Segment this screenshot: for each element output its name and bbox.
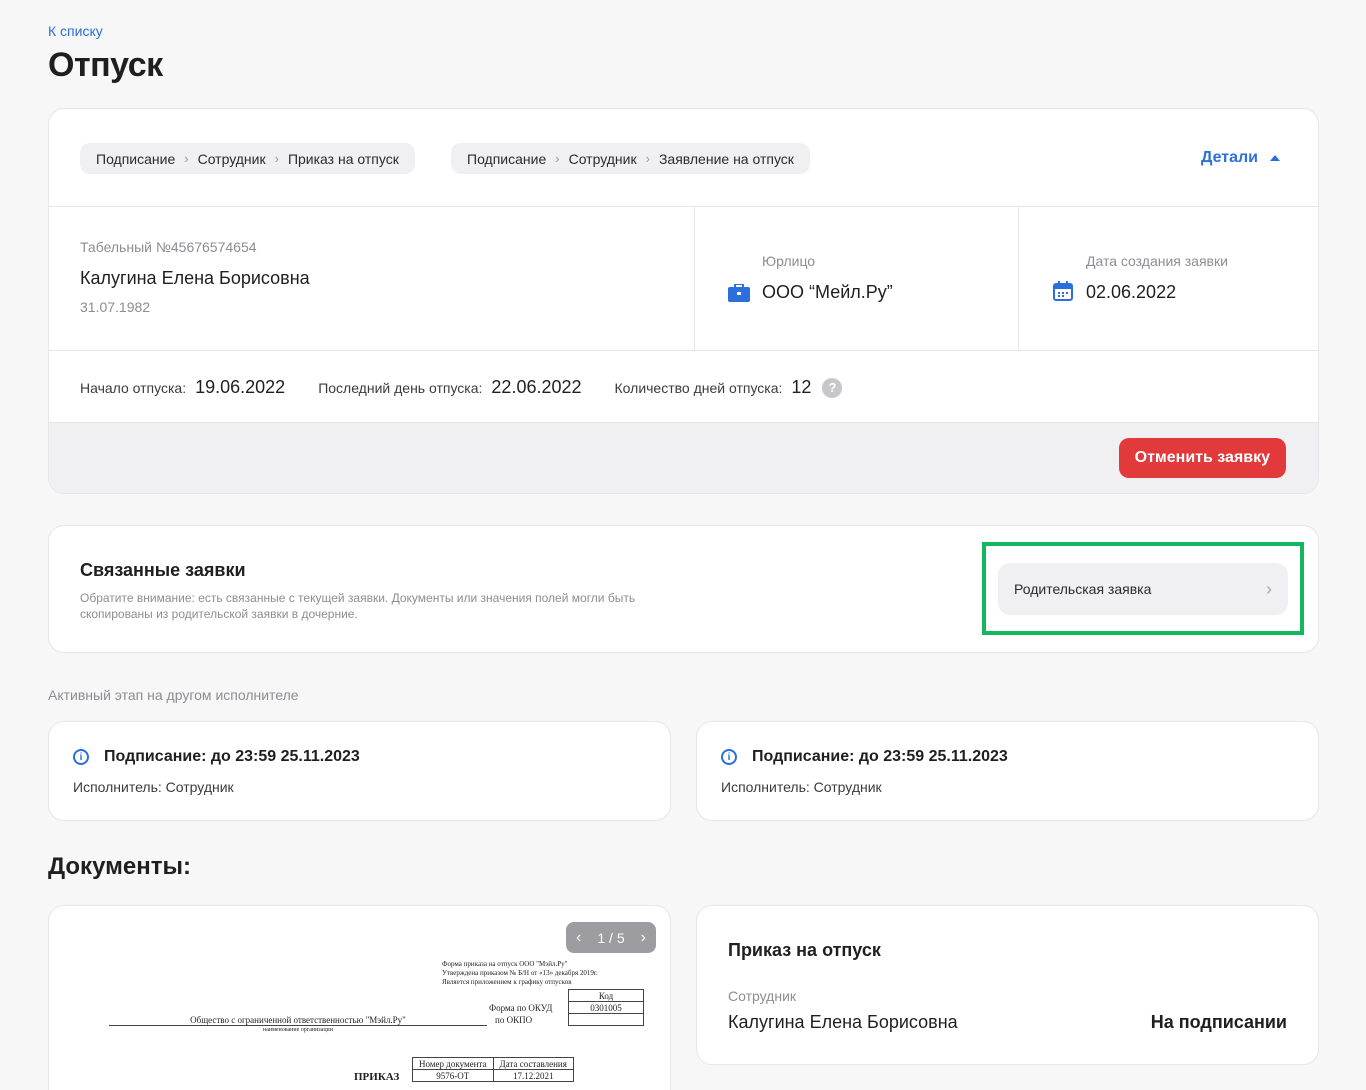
- code-table: Код 0301005: [568, 989, 644, 1026]
- code-header: Код: [568, 989, 644, 1002]
- chip-step: Подписание: [467, 150, 547, 167]
- doc-date-header: Дата составления: [492, 1057, 574, 1070]
- vacation-info: Начало отпуска: 19.06.2022 Последний ден…: [80, 377, 843, 398]
- related-title: Связанные заявки: [80, 560, 246, 580]
- form-note: Форма приказа на отпуск ООО "Мэйл.Ру" Ут…: [442, 960, 598, 987]
- vacation-days-value: 12: [791, 377, 812, 397]
- cancel-request-button[interactable]: Отменить заявку: [1118, 438, 1286, 478]
- details-label: Детали: [1200, 149, 1258, 166]
- okud-value: 0301005: [568, 1001, 644, 1014]
- org-caption: наименование организации: [263, 1027, 333, 1033]
- help-icon[interactable]: ?: [822, 377, 843, 398]
- briefcase-icon: [728, 283, 750, 307]
- chip-step: Сотрудник: [568, 150, 637, 167]
- chip-step: Подписание: [96, 150, 176, 167]
- info-icon: i: [721, 749, 737, 765]
- divider: [49, 206, 1318, 207]
- order-status: На подписании: [1150, 1012, 1287, 1032]
- caret-up-icon: [1270, 155, 1280, 161]
- related-description-line: Обратите внимание: есть связанные с теку…: [80, 591, 636, 605]
- card-footer: Отменить заявку: [49, 422, 1318, 493]
- chip-step: Приказ на отпуск: [287, 150, 399, 167]
- chevron-left-icon[interactable]: ‹: [576, 929, 581, 947]
- page-title: Отпуск: [48, 46, 163, 84]
- divider: [1018, 206, 1019, 350]
- active-stage-caption: Активный этап на другом исполнителе: [48, 687, 299, 703]
- chip-step: Заявление на отпуск: [658, 150, 794, 167]
- employee-name: Калугина Елена Борисовна: [80, 268, 310, 288]
- stage-executor: Исполнитель: Сотрудник: [73, 779, 234, 795]
- chevron-right-icon: ›: [184, 151, 189, 166]
- back-to-list-link[interactable]: К списку: [48, 23, 103, 39]
- related-description: Обратите внимание: есть связанные с теку…: [80, 590, 635, 622]
- birth-date: 31.07.1982: [80, 299, 151, 315]
- related-requests-card: Связанные заявки Обратите внимание: есть…: [48, 525, 1319, 653]
- request-card: Подписание › Сотрудник › Приказ на отпус…: [48, 108, 1319, 494]
- doc-number-header: Номер документа: [412, 1057, 494, 1070]
- page-indicator: 1 / 5: [597, 929, 625, 946]
- order-word: ПРИКАЗ: [354, 1071, 400, 1083]
- chevron-right-icon: ›: [555, 151, 560, 166]
- calendar-icon: [1053, 281, 1073, 306]
- form-note-line: Является приложением к графику отпусков: [442, 978, 572, 986]
- stage-chip-application[interactable]: Подписание › Сотрудник › Заявление на от…: [451, 143, 810, 174]
- okud-label: Форма по ОКУД: [489, 1003, 553, 1013]
- order-role: Сотрудник: [728, 988, 797, 1004]
- details-toggle[interactable]: Детали: [1201, 149, 1280, 167]
- chevron-right-icon[interactable]: ›: [641, 929, 646, 947]
- stage-card: i Подписание: до 23:59 25.11.2023 Исполн…: [48, 721, 671, 821]
- order-employee-name: Калугина Елена Борисовна: [728, 1012, 958, 1032]
- page-pager: ‹ 1 / 5 ›: [566, 922, 656, 953]
- parent-request-button[interactable]: Родительская заявка ›: [998, 563, 1288, 615]
- okpo-label: по ОКПО: [495, 1015, 533, 1025]
- stage-header: i Подписание: до 23:59 25.11.2023: [73, 748, 360, 766]
- order-title: Приказ на отпуск: [728, 940, 881, 960]
- doc-date: 17.12.2021: [492, 1069, 574, 1082]
- related-description-line: скопированы из родительской заявки в доч…: [80, 607, 358, 621]
- created-date-value: 02.06.2022: [1086, 282, 1177, 302]
- created-date-label: Дата создания заявки: [1086, 253, 1228, 269]
- order-document-card[interactable]: Приказ на отпуск Сотрудник Калугина Елен…: [696, 905, 1319, 1065]
- chevron-right-icon: ›: [274, 151, 279, 166]
- chevron-right-icon: ›: [1266, 578, 1272, 599]
- stage-title: Подписание: до 23:59 25.11.2023: [752, 748, 1008, 765]
- legal-entity-label: Юрлицо: [762, 253, 816, 269]
- vacation-start-value: 19.06.2022: [195, 377, 286, 397]
- vacation-days-label: Количество дней отпуска:: [614, 380, 783, 396]
- form-note-line: Утверждена приказом № Б/Н от «13» декабр…: [442, 969, 598, 977]
- doc-number: 9576-ОТ: [412, 1069, 494, 1082]
- vacation-end-label: Последний день отпуска:: [318, 380, 483, 396]
- stage-chip-order[interactable]: Подписание › Сотрудник › Приказ на отпус…: [80, 143, 415, 174]
- chevron-right-icon: ›: [645, 151, 650, 166]
- okpo-value: [568, 1013, 644, 1026]
- stage-header: i Подписание: до 23:59 25.11.2023: [721, 748, 1008, 766]
- document-preview-card: ‹ 1 / 5 › Форма приказа на отпуск ООО "М…: [48, 905, 671, 1090]
- chip-step: Сотрудник: [197, 150, 266, 167]
- info-icon: i: [73, 749, 89, 765]
- tab-number: Табельный №45676574654: [80, 239, 257, 255]
- form-note-line: Форма приказа на отпуск ООО "Мэйл.Ру": [442, 960, 568, 968]
- parent-request-label: Родительская заявка: [1014, 581, 1152, 597]
- documents-title: Документы:: [48, 853, 191, 880]
- vacation-end-value: 22.06.2022: [491, 377, 582, 397]
- divider: [49, 350, 1318, 351]
- legal-entity-value: ООО “Мейл.Ру”: [762, 282, 893, 302]
- vacation-start-label: Начало отпуска:: [80, 380, 187, 396]
- stage-executor: Исполнитель: Сотрудник: [721, 779, 882, 795]
- org-name: Общество с ограниченной ответственностью…: [109, 1015, 487, 1026]
- divider: [694, 206, 695, 350]
- stage-card: i Подписание: до 23:59 25.11.2023 Исполн…: [696, 721, 1319, 821]
- stage-title: Подписание: до 23:59 25.11.2023: [104, 748, 360, 765]
- doc-number-table: Номер документа Дата составления 9576-ОТ…: [412, 1057, 574, 1082]
